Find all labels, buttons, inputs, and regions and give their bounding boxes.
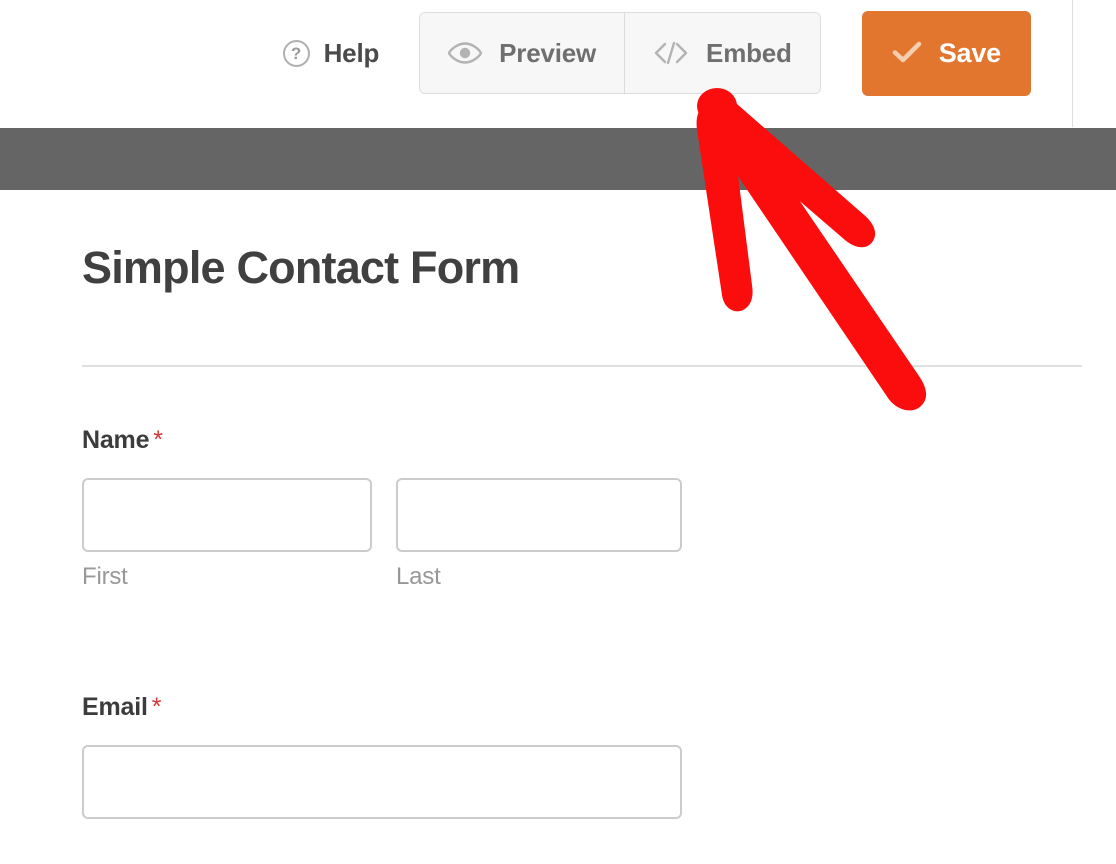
name-first-group: First — [82, 478, 372, 591]
name-first-sublabel: First — [82, 563, 128, 590]
question-mark-glyph: ? — [290, 43, 302, 63]
preview-embed-button-group: Preview Embed — [419, 12, 821, 94]
name-last-group: Last — [396, 478, 682, 591]
help-button-label: Help — [323, 37, 380, 68]
preview-button-label: Preview — [499, 37, 597, 68]
eye-icon — [448, 41, 483, 65]
save-button[interactable]: Save — [861, 10, 1031, 96]
toolbar-actions: ? Help Preview Embed Save — [282, 0, 1031, 106]
name-last-sublabel: Last — [396, 563, 441, 590]
form-title-divider — [82, 365, 1082, 367]
field-label-name-text: Name — [82, 426, 150, 454]
name-field-row: First Last — [82, 478, 682, 591]
field-label-email: Email * — [82, 695, 682, 720]
save-button-label: Save — [938, 37, 1001, 68]
field-label-email-text: Email — [82, 693, 148, 721]
embed-button[interactable]: Embed — [624, 13, 820, 93]
embed-button-label: Embed — [706, 37, 792, 68]
required-indicator: * — [153, 426, 163, 454]
required-indicator: * — [151, 693, 162, 721]
name-last-input[interactable] — [396, 478, 682, 552]
form-field-name: Name * First Last — [82, 428, 682, 591]
form-title: Simple Contact Form — [82, 242, 520, 293]
field-label-name: Name * — [82, 428, 682, 453]
question-circle-icon: ? — [282, 39, 310, 67]
form-preview-backdrop — [0, 128, 1116, 190]
email-input[interactable] — [82, 745, 682, 819]
name-first-input[interactable] — [82, 478, 372, 552]
form-preview-card: Simple Contact Form Name * First Last Ema… — [22, 190, 1116, 864]
builder-toolbar: ? Help Preview Embed Save — [0, 0, 1116, 128]
preview-button[interactable]: Preview — [420, 13, 625, 93]
toolbar-right-divider — [1072, 0, 1073, 127]
check-icon — [892, 40, 922, 67]
help-button[interactable]: ? Help — [282, 37, 380, 69]
form-field-email: Email * — [82, 695, 682, 819]
code-brackets-icon — [653, 40, 689, 66]
